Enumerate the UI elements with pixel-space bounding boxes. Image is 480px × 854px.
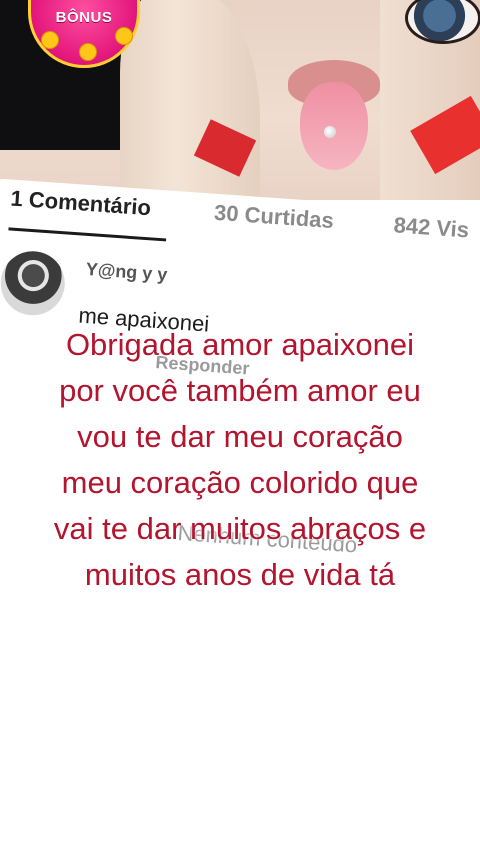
video-preview[interactable]: BÔNUS (0, 0, 480, 200)
coin-icon (115, 27, 133, 45)
caption-line: vou te dar meu coração (77, 419, 403, 454)
tab-likes[interactable]: 30 Curtidas (213, 200, 334, 234)
caption-line: vai te dar muitos abraços e (53, 511, 427, 546)
tab-comments[interactable]: 1 Comentário (10, 186, 152, 222)
comment-username[interactable]: Y@ng y y (85, 259, 168, 286)
caption-line: Obrigada amor apaixonei (65, 327, 415, 362)
caption-line: por você também amor eu (59, 373, 421, 408)
bonus-label: BÔNUS (55, 9, 113, 26)
active-tab-indicator (8, 227, 167, 242)
coin-icon (79, 43, 97, 61)
mouth-shape (288, 60, 380, 170)
tongue-stud (324, 126, 336, 138)
user-avatar[interactable] (0, 249, 67, 318)
caption-line: meu coração colorido que (61, 465, 419, 500)
tongue (300, 82, 368, 170)
caption-line: muitos anos de vida tá (84, 557, 396, 592)
coin-icon (41, 31, 59, 49)
overlay-caption: Obrigada amor apaixonei por você também … (0, 322, 480, 598)
tab-views[interactable]: 842 Vis (393, 212, 470, 243)
